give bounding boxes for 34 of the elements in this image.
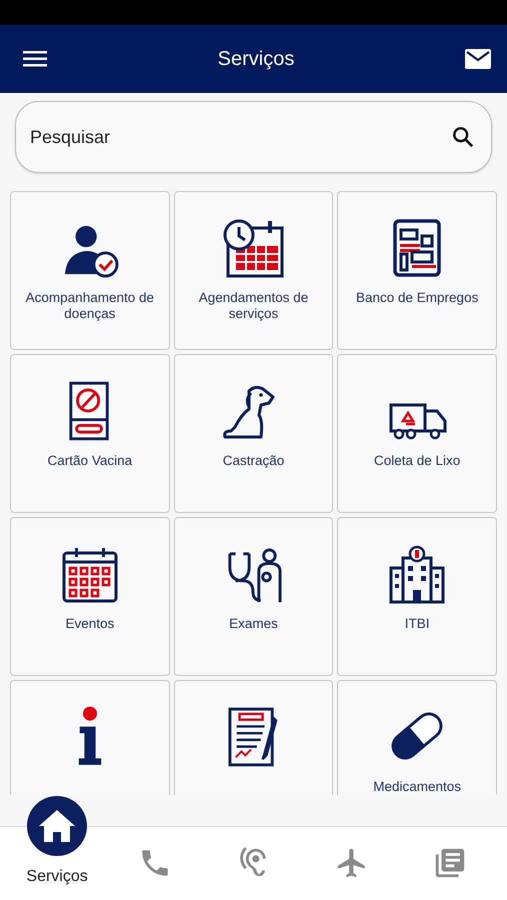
service-label: Agendamentos de serviços bbox=[198, 290, 310, 322]
service-label: Cartão Vacina bbox=[46, 453, 134, 469]
service-tile[interactable]: Agendamentos de serviços bbox=[174, 191, 334, 350]
newspaper-icon bbox=[392, 218, 442, 278]
service-tile[interactable]: Acompanhamento de doenças bbox=[10, 191, 170, 350]
mail-icon[interactable] bbox=[464, 49, 491, 69]
service-tile[interactable]: Exames bbox=[174, 517, 334, 676]
service-label: Acompanhamento de doenças bbox=[24, 290, 155, 322]
signed-document-icon bbox=[228, 707, 278, 767]
calendar-icon bbox=[60, 546, 119, 604]
search-field[interactable]: Pesquisar bbox=[15, 101, 492, 173]
service-label: Exames bbox=[228, 616, 279, 632]
service-tile[interactable]: ITBI bbox=[337, 517, 497, 676]
service-label: Castração bbox=[222, 453, 286, 469]
service-tile[interactable] bbox=[10, 680, 170, 795]
service-tile[interactable]: Medicamentos bbox=[337, 680, 497, 795]
service-label: Medicamentos bbox=[372, 779, 462, 795]
service-tile[interactable]: Coleta de Lixo bbox=[337, 354, 497, 513]
nav-tab[interactable]: Serviços bbox=[12, 792, 102, 900]
service-tile[interactable] bbox=[174, 680, 334, 795]
nav-label: Serviços bbox=[26, 868, 88, 886]
service-tile[interactable]: Cartão Vacina bbox=[10, 354, 170, 513]
building-icon bbox=[387, 544, 448, 604]
page-title: Serviços bbox=[218, 48, 294, 70]
service-label: Eventos bbox=[64, 616, 116, 632]
search-icon[interactable] bbox=[452, 126, 474, 148]
menu-icon[interactable] bbox=[23, 50, 47, 68]
calendar-clock-icon bbox=[222, 218, 284, 278]
service-label: Coleta de Lixo bbox=[373, 453, 462, 469]
service-label: ITBI bbox=[404, 616, 431, 632]
service-tile[interactable]: Banco de Empregos bbox=[337, 191, 497, 350]
service-label: Banco de Empregos bbox=[355, 290, 480, 306]
service-tile[interactable]: Castração bbox=[174, 354, 334, 513]
service-tile[interactable]: Eventos bbox=[10, 517, 170, 676]
